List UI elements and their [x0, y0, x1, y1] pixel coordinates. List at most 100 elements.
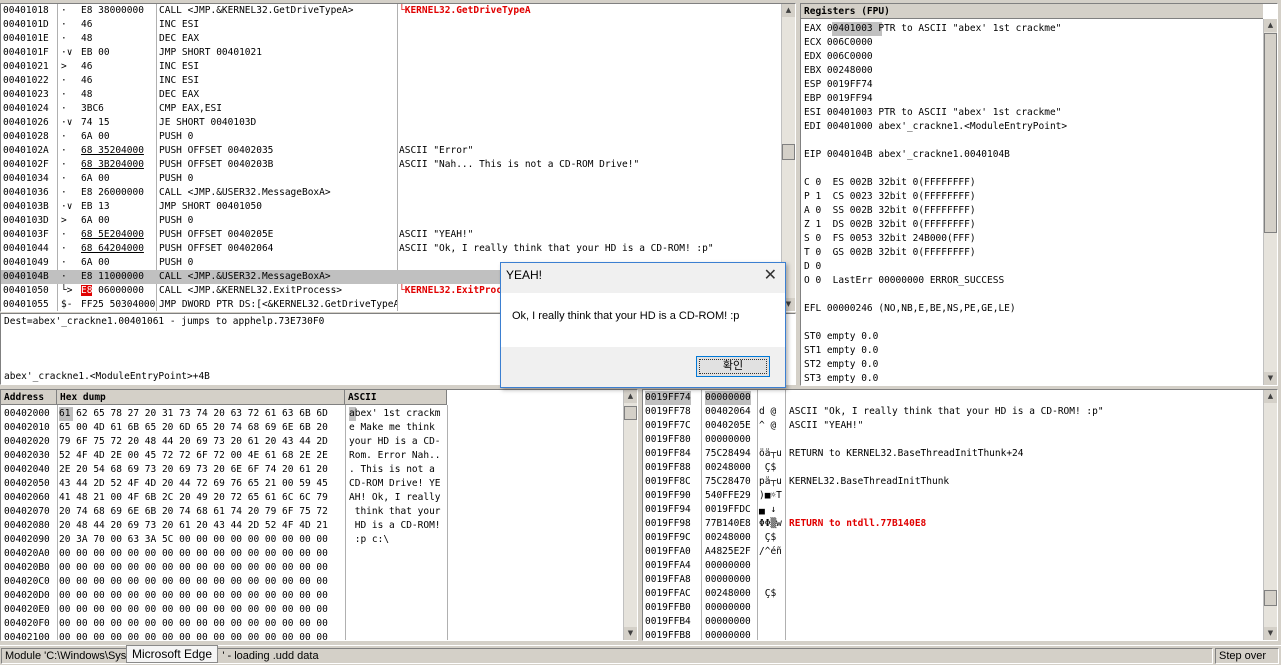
registers-scrollbar[interactable]: ▲ ▼ [1263, 19, 1277, 385]
disasm-addr: 00401036 [3, 187, 49, 198]
disasm-row[interactable]: 0040102A · 68 35204000 PUSH OFFSET 00402035… [1, 144, 795, 158]
disasm-row[interactable]: 00401026 ·∨ 74 15 JE SHORT 0040103D [1, 116, 795, 130]
dump-addr: 00402080 [4, 520, 50, 531]
registers-pane[interactable]: Registers (FPU) EAX 00401003 PTR to ASCI… [800, 3, 1278, 386]
register-line[interactable]: EAX 00401003 PTR to ASCII "abex' 1st cra… [804, 22, 1062, 36]
stack-addr: 0019FF88 [645, 462, 691, 473]
dump-addr: 004020A0 [4, 548, 50, 559]
register-line[interactable]: ESI 00401003 PTR to ASCII "abex' 1st cra… [804, 106, 1061, 120]
scroll-down-arrow-icon[interactable]: ▼ [1264, 627, 1277, 640]
dump-hex: 00 00 00 00 00 00 00 00 00 00 00 00 00 0… [59, 562, 328, 573]
stack-cmt: RETURN to ntdll.77B140E8 [789, 518, 927, 529]
message-box-dialog[interactable]: YEAH! ✕ Ok, I really think that your HD … [500, 262, 786, 388]
scroll-up-arrow-icon[interactable]: ▲ [782, 4, 795, 17]
register-line[interactable]: O 0 LastErr 00000000 ERROR_SUCCESS [804, 274, 1004, 288]
stack-addr: 0019FFB4 [645, 616, 691, 627]
disasm-addr: 0040102F [3, 159, 49, 170]
stack-pane[interactable]: 0019FF74 00000000 0019FF78 00402064 d @ ASCII… [642, 389, 1278, 641]
disasm-hex: 6A 00 [81, 173, 110, 184]
dump-pane[interactable]: Address Hex dump ASCII 00402000 61 62 65 … [0, 389, 638, 641]
register-line[interactable]: EBP 0019FF94 [804, 92, 873, 106]
ok-button[interactable]: 확인 [696, 356, 770, 377]
disasm-row[interactable]: 0040102F · 68 3B204000 PUSH OFFSET 0040203B… [1, 158, 795, 172]
register-line[interactable]: EDI 00401000 abex'_crackne1.<ModuleEntry… [804, 120, 1067, 134]
dump-col-ascii[interactable]: ASCII [345, 390, 447, 405]
scroll-up-arrow-icon[interactable]: ▲ [1264, 19, 1277, 32]
dump-col-address[interactable]: Address [1, 390, 57, 405]
register-line[interactable]: ST2 empty 0.0 [804, 358, 878, 372]
dump-ascii: :p c:\ [349, 534, 390, 545]
dialog-message: Ok, I really think that your HD is a CD-… [512, 310, 740, 322]
disasm-row[interactable]: 0040103F · 68 5E204000 PUSH OFFSET 0040205E… [1, 228, 795, 242]
dump-hex: 41 48 21 00 4F 6B 2C 20 49 20 72 65 61 6… [59, 492, 328, 503]
register-line[interactable]: P 1 CS 0023 32bit 0(FFFFFFFF) [804, 190, 976, 204]
scroll-down-arrow-icon[interactable]: ▼ [1264, 372, 1277, 385]
register-line[interactable]: ST0 empty 0.0 [804, 330, 878, 344]
register-line[interactable]: D 0 [804, 260, 821, 274]
scroll-thumb[interactable] [1264, 590, 1277, 606]
register-line[interactable]: ECX 006C0000 [804, 36, 873, 50]
register-line[interactable]: S 0 FS 0053 32bit 24B000(FFF) [804, 232, 976, 246]
disasm-row[interactable]: 00401036 · E8 26000000 CALL <JMP.&USER32.Me… [1, 186, 795, 200]
disasm-addr: 00401050 [3, 285, 49, 296]
stack-addr: 0019FFA8 [645, 574, 691, 585]
register-line[interactable]: ST3 empty 0.0 [804, 372, 878, 385]
dump-hex: 2E 20 54 68 69 73 20 69 73 20 6E 6F 74 2… [59, 464, 328, 475]
disasm-addr: 0040103D [3, 215, 49, 226]
register-line[interactable]: EBX 00248000 [804, 64, 873, 78]
dump-addr: 00402050 [4, 478, 50, 489]
disasm-row[interactable]: 0040103B ·∨ EB 13 JMP SHORT 00401050 [1, 200, 795, 214]
disasm-row[interactable]: 00401024 · 3BC6 CMP EAX,ESI [1, 102, 795, 116]
disasm-row[interactable]: 00401044 · 68 64204000 PUSH OFFSET 00402064… [1, 242, 795, 256]
divider [345, 405, 346, 640]
disasm-cmd: CALL <JMP.&USER32.MessageBoxA> [159, 271, 331, 282]
stack-addr: 0019FFA0 [645, 546, 691, 557]
dump-ascii: AH! Ok, I really [349, 492, 441, 503]
stack-val: 00000000 [705, 602, 751, 613]
disasm-row[interactable]: 0040101E · 48 DEC EAX [1, 32, 795, 46]
scroll-thumb[interactable] [1264, 33, 1277, 233]
scroll-up-arrow-icon[interactable]: ▲ [1264, 390, 1277, 403]
register-line[interactable]: ESP 0019FF74 [804, 78, 873, 92]
disasm-mark: · [61, 5, 67, 16]
scroll-up-arrow-icon[interactable]: ▲ [624, 390, 637, 403]
register-line[interactable]: Z 1 DS 002B 32bit 0(FFFFFFFF) [804, 218, 976, 232]
stack-chr: Ç$ [759, 462, 777, 473]
register-line[interactable]: EFL 00000246 (NO,NB,E,BE,NS,PE,GE,LE) [804, 302, 1016, 316]
disasm-row[interactable]: 00401028 · 6A 00 PUSH 0 [1, 130, 795, 144]
dump-ascii: HD is a CD-ROM! [349, 520, 441, 531]
scroll-thumb[interactable] [624, 406, 637, 420]
register-line[interactable]: A 0 SS 002B 32bit 0(FFFFFFFF) [804, 204, 976, 218]
disasm-comment: ASCII "Error" [399, 145, 474, 156]
stack-chr: pä┬u [759, 476, 782, 487]
disasm-row[interactable]: 00401018 · E8 38000000 CALL <JMP.&KERNEL32.… [1, 4, 795, 18]
disasm-cmd: DEC EAX [159, 33, 200, 44]
disasm-row[interactable]: 0040101F ·∨ EB 00 JMP SHORT 00401021 [1, 46, 795, 60]
close-icon[interactable]: ✕ [764, 265, 777, 285]
disasm-row[interactable]: 0040103D >6A 00 PUSH 0 [1, 214, 795, 228]
register-line[interactable]: EIP 0040104B abex'_crackne1.0040104B [804, 148, 1010, 162]
stack-cmt: ASCII "Ok, I really think that your HD i… [789, 406, 1104, 417]
disasm-cmd: CALL <JMP.&USER32.MessageBoxA> [159, 187, 331, 198]
disasm-hex: 48 [81, 33, 93, 44]
disasm-mark: · [61, 229, 67, 240]
disasm-comment [399, 88, 779, 102]
stack-scrollbar[interactable]: ▲ ▼ [1263, 390, 1277, 640]
disasm-comment: └KERNEL32.GetDriveTypeA [399, 5, 531, 16]
disasm-row[interactable]: 00401023 · 48 DEC EAX [1, 88, 795, 102]
register-line[interactable]: EDX 006C0000 [804, 50, 873, 64]
register-line[interactable]: T 0 GS 002B 32bit 0(FFFFFFFF) [804, 246, 976, 260]
scroll-down-arrow-icon[interactable]: ▼ [624, 627, 637, 640]
register-line[interactable]: ST1 empty 0.0 [804, 344, 878, 358]
disasm-row[interactable]: 00401021 >46 INC ESI [1, 60, 795, 74]
dump-scrollbar[interactable]: ▲ ▼ [623, 390, 637, 640]
dump-hex: 20 3A 70 00 63 3A 5C 00 00 00 00 00 00 0… [59, 534, 328, 545]
disasm-row[interactable]: 00401022 · 46 INC ESI [1, 74, 795, 88]
dump-col-hex[interactable]: Hex dump [57, 390, 345, 405]
scroll-thumb[interactable] [782, 144, 795, 160]
dump-hex: 00 00 00 00 00 00 00 00 00 00 00 00 00 0… [59, 590, 328, 601]
disasm-row[interactable]: 00401034 · 6A 00 PUSH 0 [1, 172, 795, 186]
disasm-cmd: INC ESI [159, 75, 200, 86]
register-line[interactable]: C 0 ES 002B 32bit 0(FFFFFFFF) [804, 176, 976, 190]
disasm-row[interactable]: 0040101D · 46 INC ESI [1, 18, 795, 32]
